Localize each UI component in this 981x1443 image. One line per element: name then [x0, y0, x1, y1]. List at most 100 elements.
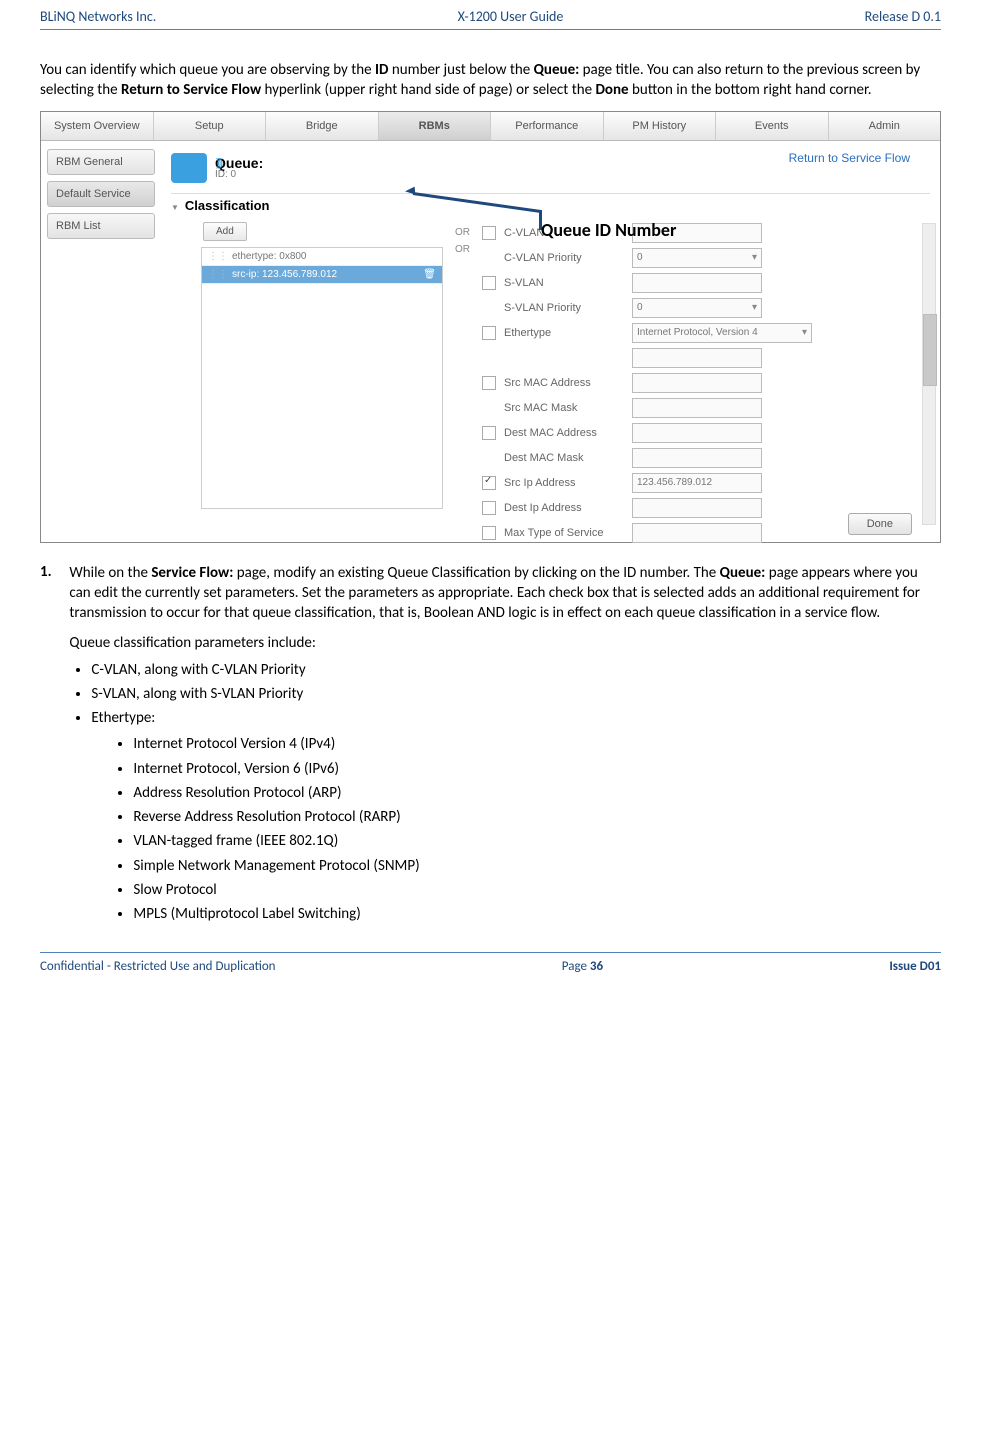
- done-button[interactable]: Done: [848, 513, 912, 535]
- field-input[interactable]: [632, 498, 762, 518]
- field-label: Ethertype: [504, 327, 624, 339]
- field-label: S-VLAN Priority: [504, 302, 624, 314]
- header-left: BLiNQ Networks Inc.: [40, 8, 156, 25]
- sub-bullet-item: VLAN-tagged frame (IEEE 802.1Q): [133, 831, 940, 851]
- tab-rbms[interactable]: RBMs: [379, 112, 492, 140]
- field-label: Dest Ip Address: [504, 502, 624, 514]
- field-label: Src MAC Address: [504, 377, 624, 389]
- checkbox[interactable]: [482, 501, 496, 515]
- rule-text: src-ip: 123.456.789.012: [232, 269, 337, 280]
- step-subline: Queue classification parameters include:: [69, 633, 940, 653]
- checkbox[interactable]: [482, 476, 496, 490]
- step-number: 1.: [40, 563, 66, 581]
- field-label: Src Ip Address: [504, 477, 624, 489]
- tab-bridge[interactable]: Bridge: [266, 112, 379, 140]
- tab-performance[interactable]: Performance: [491, 112, 604, 140]
- field-input[interactable]: [632, 273, 762, 293]
- bullet-list: C-VLAN, along with C-VLAN Priority S-VLAN…: [69, 660, 940, 925]
- field-label: C-VLAN Priority: [504, 252, 624, 264]
- field-label: S-VLAN: [504, 277, 624, 289]
- annotation-label: Queue ID Number: [541, 219, 676, 241]
- rule-text: ethertype: 0x800: [232, 251, 307, 262]
- fields-column: C-VLANC-VLAN Priority0S-VLANS-VLAN Prior…: [482, 223, 920, 523]
- field-row: S-VLAN: [482, 273, 920, 293]
- sub-bullet-item: MPLS (Multiprotocol Label Switching): [133, 904, 940, 924]
- drag-handle-icon[interactable]: ⋮⋮: [208, 251, 228, 262]
- page-header: BLiNQ Networks Inc. X-1200 User Guide Re…: [40, 0, 941, 30]
- sub-bullet-item: Slow Protocol: [133, 880, 940, 900]
- checkbox[interactable]: [482, 426, 496, 440]
- scrollbar[interactable]: [922, 223, 936, 525]
- field-input[interactable]: [632, 423, 762, 443]
- bullet-item: Ethertype:: [91, 708, 940, 728]
- tab-system-overview[interactable]: System Overview: [41, 112, 154, 140]
- rule-list[interactable]: ⋮⋮ ethertype: 0x800 ⋮⋮ src-ip: 123.456.789.…: [201, 247, 443, 509]
- drag-handle-icon[interactable]: ⋮⋮: [208, 269, 228, 280]
- or-label: OR: [455, 244, 470, 255]
- field-row: C-VLAN Priority 0: [482, 248, 920, 268]
- checkbox[interactable]: [482, 526, 496, 540]
- side-button-default-service[interactable]: Default Service: [47, 181, 155, 207]
- or-label: OR: [455, 227, 470, 238]
- rule-row[interactable]: ⋮⋮ src-ip: 123.456.789.012 🗑: [202, 266, 442, 284]
- field-row: [482, 348, 920, 368]
- field-row: Src MAC Address: [482, 373, 920, 393]
- scroll-thumb[interactable]: [923, 314, 937, 386]
- monitor-signal-icon: [171, 153, 207, 183]
- bullet-item: C-VLAN, along with C-VLAN Priority: [91, 660, 940, 680]
- field-row: Src Ip Address 123.456.789.012: [482, 473, 920, 493]
- side-button-column: RBM General Default Service RBM List: [41, 141, 161, 543]
- tab-setup[interactable]: Setup: [154, 112, 267, 140]
- tab-admin[interactable]: Admin: [829, 112, 941, 140]
- field-label: Max Type of Service: [504, 527, 624, 539]
- classification-section-header[interactable]: Classification: [171, 193, 930, 217]
- sub-bullet-item: Internet Protocol, Version 6 (IPv6): [133, 759, 940, 779]
- intro-paragraph: You can identify which queue you are obs…: [40, 60, 941, 101]
- step-1: 1. While on the Service Flow: page, modi…: [40, 563, 941, 929]
- checkbox[interactable]: [482, 276, 496, 290]
- field-input[interactable]: 0: [632, 298, 762, 318]
- field-input[interactable]: [632, 373, 762, 393]
- field-input[interactable]: Internet Protocol, Version 4: [632, 323, 812, 343]
- footer-left: Confidential - Restricted Use and Duplic…: [40, 959, 276, 974]
- sub-bullet-item: Address Resolution Protocol (ARP): [133, 783, 940, 803]
- sub-bullet-item: Reverse Address Resolution Protocol (RAR…: [133, 807, 940, 827]
- field-row: S-VLAN Priority 0: [482, 298, 920, 318]
- field-label: Dest MAC Address: [504, 427, 624, 439]
- sub-bullet-list: Internet Protocol Version 4 (IPv4) Intern…: [111, 734, 940, 924]
- side-button-rbm-general[interactable]: RBM General: [47, 149, 155, 175]
- add-button[interactable]: Add: [203, 222, 247, 241]
- field-row: Src MAC Mask: [482, 398, 920, 418]
- delete-icon[interactable]: 🗑: [423, 269, 436, 280]
- or-column: OR OR: [455, 223, 470, 523]
- rule-row[interactable]: ⋮⋮ ethertype: 0x800: [202, 248, 442, 266]
- footer-page: Page 36: [562, 959, 603, 974]
- return-to-service-flow-link[interactable]: Return to Service Flow: [789, 151, 910, 165]
- tab-pm-history[interactable]: PM History: [604, 112, 717, 140]
- header-center: X-1200 User Guide: [458, 8, 564, 25]
- field-label: Dest MAC Mask: [504, 452, 624, 464]
- field-input[interactable]: [632, 448, 762, 468]
- page-footer: Confidential - Restricted Use and Duplic…: [40, 952, 941, 994]
- field-input[interactable]: 0: [632, 248, 762, 268]
- field-input[interactable]: [632, 348, 762, 368]
- field-row: Ethertype Internet Protocol, Version 4: [482, 323, 920, 343]
- bullet-item: S-VLAN, along with S-VLAN Priority: [91, 684, 940, 704]
- sub-bullet-item: Internet Protocol Version 4 (IPv4): [133, 734, 940, 754]
- sub-bullet-item: Simple Network Management Protocol (SNMP…: [133, 856, 940, 876]
- field-input[interactable]: [632, 523, 762, 543]
- checkbox[interactable]: [482, 376, 496, 390]
- footer-issue: Issue D01: [889, 959, 941, 974]
- tab-bar: System OverviewSetupBridgeRBMsPerformanc…: [41, 112, 940, 141]
- tab-events[interactable]: Events: [716, 112, 829, 140]
- field-row: Dest MAC Address: [482, 423, 920, 443]
- app-screenshot: System OverviewSetupBridgeRBMsPerformanc…: [40, 111, 941, 543]
- checkbox[interactable]: [482, 226, 496, 240]
- field-label: Src MAC Mask: [504, 402, 624, 414]
- header-right: Release D 0.1: [865, 8, 941, 25]
- checkbox[interactable]: [482, 326, 496, 340]
- field-input[interactable]: 123.456.789.012: [632, 473, 762, 493]
- side-button-rbm-list[interactable]: RBM List: [47, 213, 155, 239]
- field-row: Dest MAC Mask: [482, 448, 920, 468]
- field-input[interactable]: [632, 398, 762, 418]
